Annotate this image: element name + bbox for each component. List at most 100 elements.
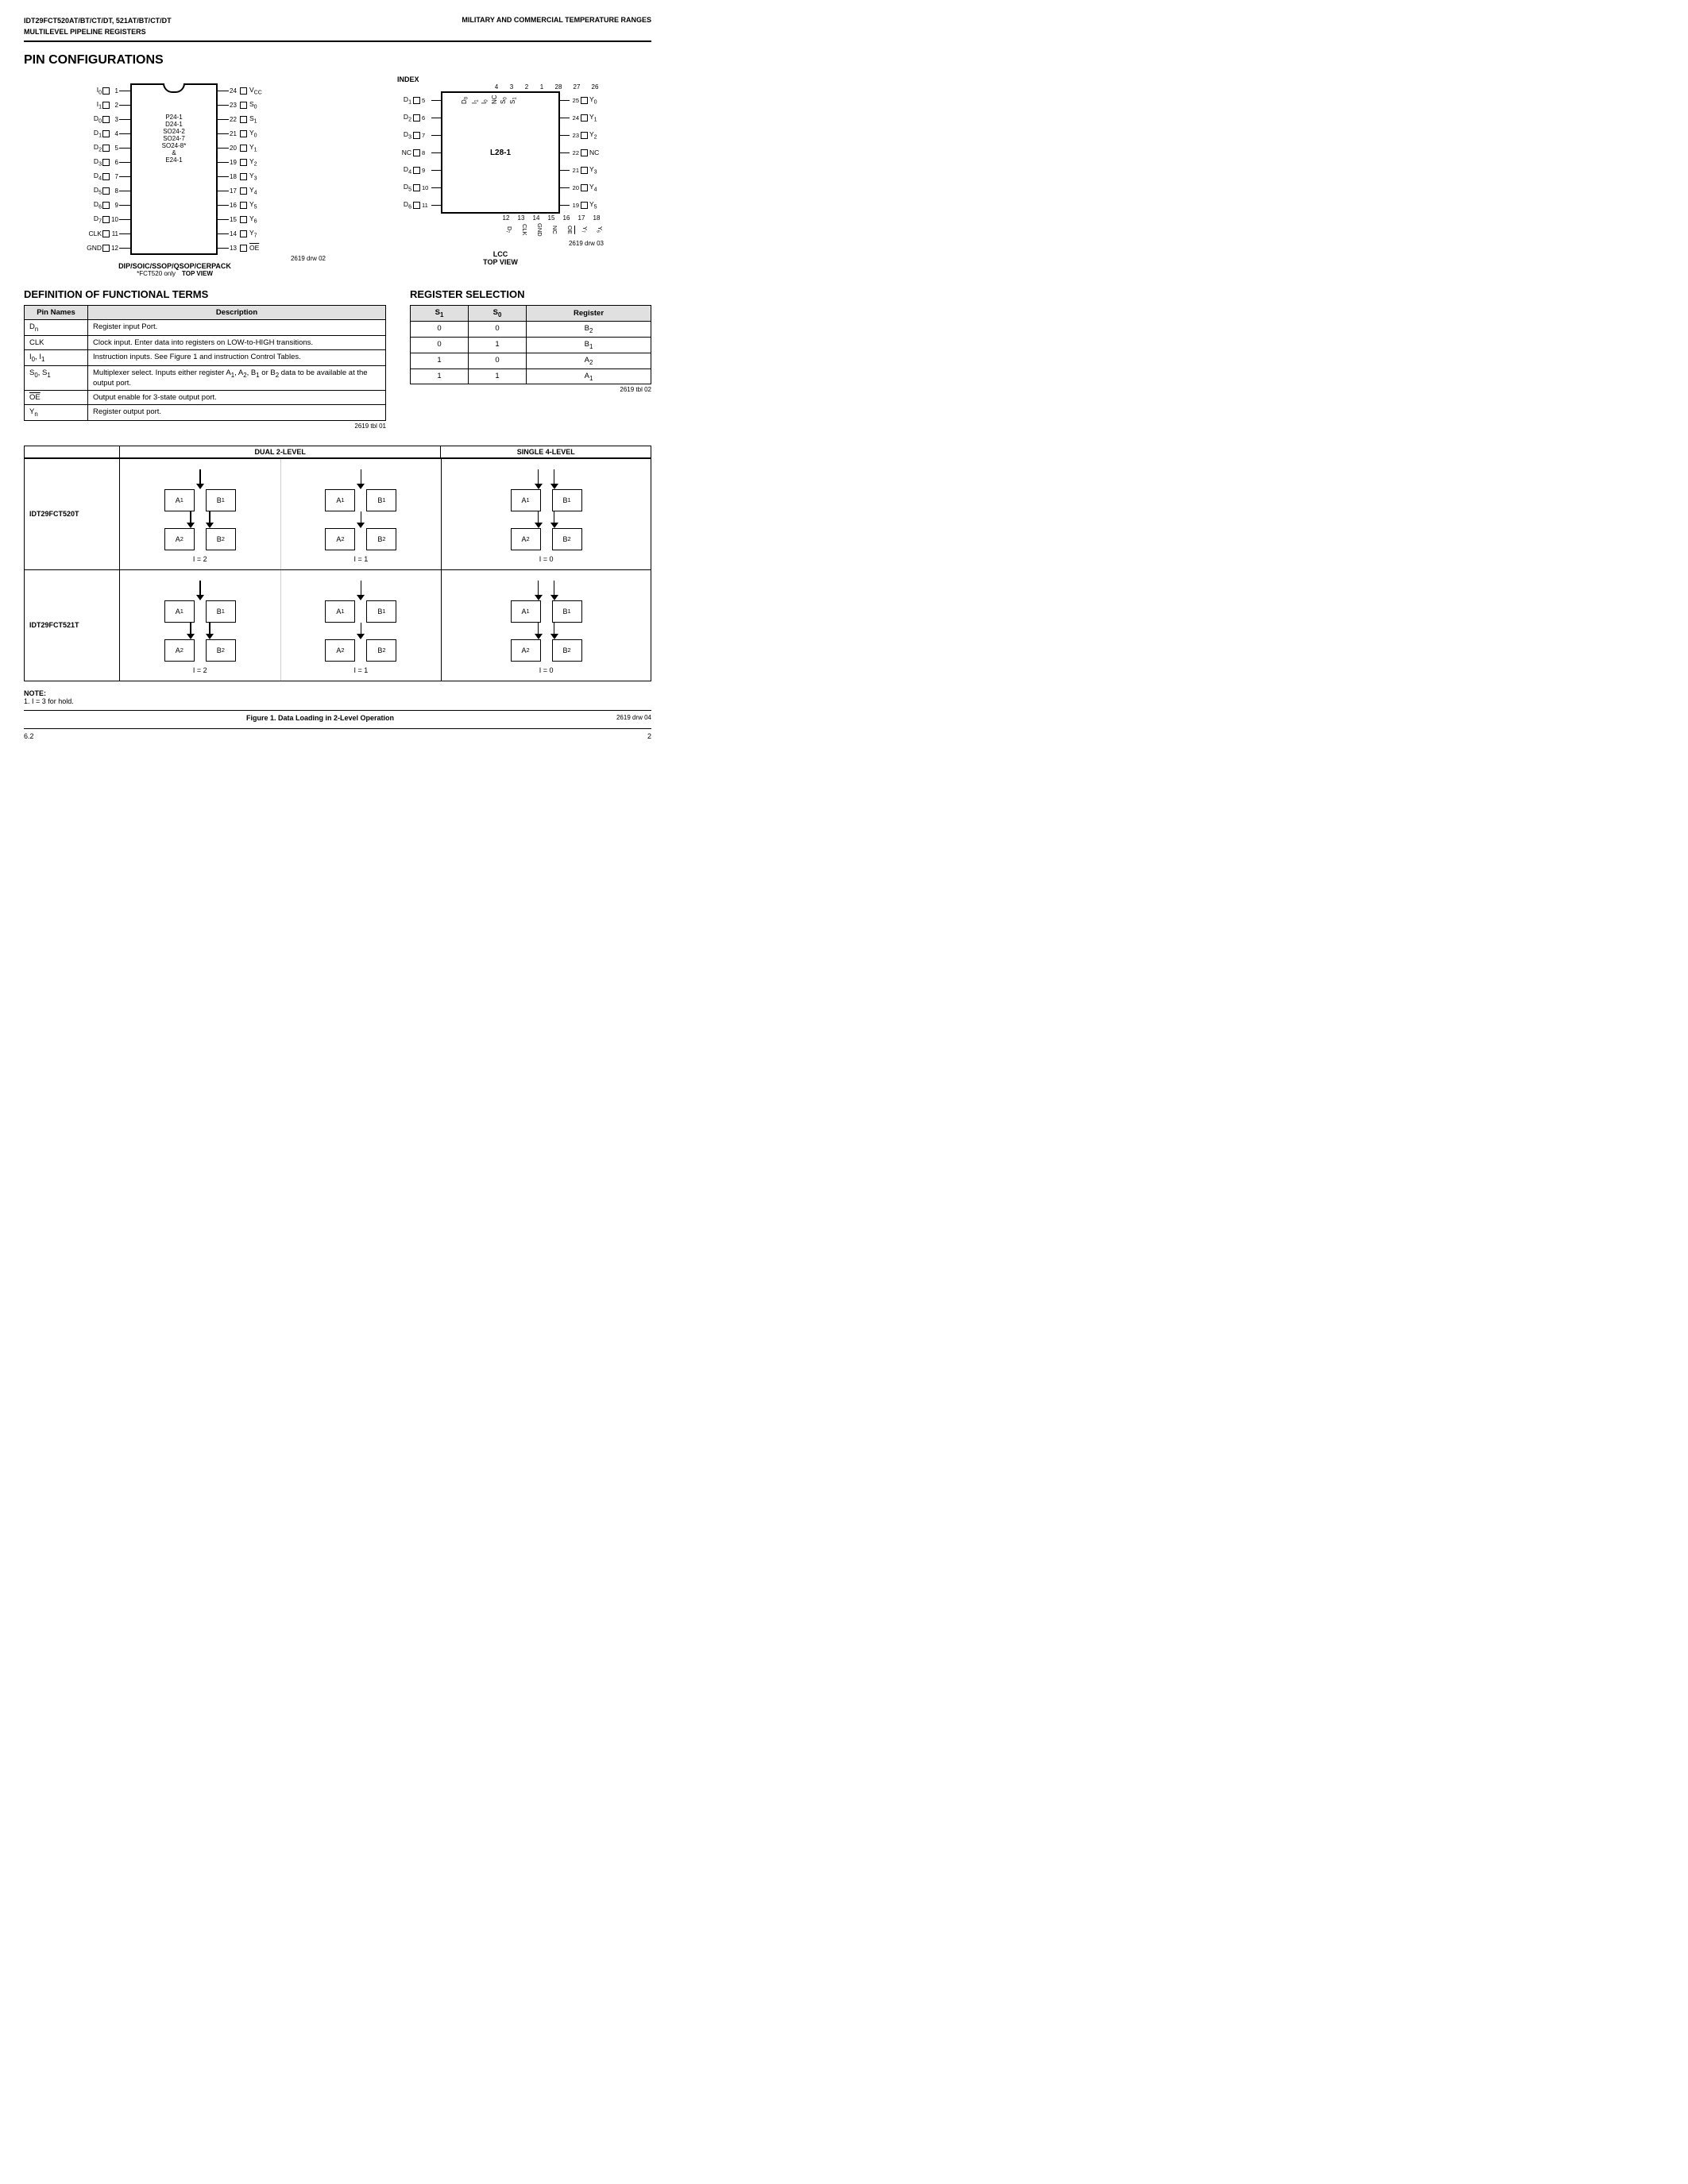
dip-left-pins: I01 I12 D03 D14 D25 D36 D47 D58 D69 D710… (84, 83, 130, 255)
i-label-1: I = 1 (354, 555, 369, 563)
i-label-521-0: I = 0 (539, 666, 554, 674)
func-terms-title: DEFINITION OF FUNCTIONAL TERMS (24, 288, 386, 300)
box-a1-i0: A1 (511, 489, 541, 511)
pin-16: 16Y5 (218, 198, 265, 212)
box-b2-i0: B2 (552, 528, 582, 550)
table-row: 1 0 A2 (411, 353, 651, 369)
box-521-b2: B2 (206, 639, 236, 662)
page-header: IDT29FCT520AT/BT/CT/DT, 521AT/BT/CT/DT M… (24, 16, 651, 42)
box-a1-i1: A1 (325, 489, 355, 511)
lcc-pin-d3: D3 7 (397, 126, 441, 144)
func-terms-note: 2619 tbl 01 (24, 423, 386, 430)
pin-19: 19Y2 (218, 155, 265, 169)
center-labels: P24-1 D24-1 SO24-2 SO24-7 SO24-8* & E24-… (160, 109, 188, 168)
table-row: Dn Register input Port. (25, 320, 386, 336)
pin-name-clk: CLK (25, 335, 88, 349)
pin-8: D58 (84, 183, 130, 198)
box-b1-i0: B1 (552, 489, 582, 511)
pin-24: 24VCC (218, 83, 265, 98)
lcc-pin-d5: D5 10 (397, 179, 441, 196)
pin-13: 13OE (218, 241, 265, 255)
block-row-520: IDT29FCT520T A1 B1 A2 B2 I = 2 (25, 458, 651, 569)
pin-15: 15Y6 (218, 212, 265, 226)
lcc-labels: LCC TOP VIEW (483, 250, 518, 266)
pin-22: 22S1 (218, 112, 265, 126)
block-520-i2: A1 B1 A2 B2 I = 2 (120, 459, 281, 569)
lcc-bottom-numbers: 12 13 14 15 16 17 18 (397, 214, 604, 222)
pin-diagrams-container: I01 I12 D03 D14 D25 D36 D47 D58 D69 D710… (24, 75, 651, 277)
box-521-b1-i1: B1 (366, 600, 396, 623)
reg-selection-section: REGISTER SELECTION S1 S0 Register 0 0 B2… (410, 288, 651, 430)
lcc-left-pins: D1 5 D2 6 D3 7 (397, 91, 441, 214)
lcc-drw: 2619 drw 03 (397, 240, 604, 247)
desc-dn: Register input Port. (88, 320, 386, 336)
i-label-2: I = 2 (193, 555, 207, 563)
reg-selection-note: 2619 tbl 02 (410, 386, 651, 393)
block-521-dual-area: A1 B1 A2 B2 I = 2 A1 (120, 570, 442, 681)
lower-tables: DEFINITION OF FUNCTIONAL TERMS Pin Names… (24, 288, 651, 430)
func-terms-section: DEFINITION OF FUNCTIONAL TERMS Pin Names… (24, 288, 386, 430)
block-521-single-area: A1 B1 A2 B2 I = 0 (442, 570, 651, 681)
table-row: 1 1 A1 (411, 369, 651, 384)
dip-body: P24-1 D24-1 SO24-2 SO24-7 SO24-8* & E24-… (130, 83, 218, 255)
reg-selection-table: S1 S0 Register 0 0 B2 0 1 B1 1 0 (410, 305, 651, 384)
table-row: Yn Register output port. (25, 404, 386, 420)
table-row: CLK Clock input. Enter data into registe… (25, 335, 386, 349)
dip-diagram: I01 I12 D03 D14 D25 D36 D47 D58 D69 D710… (24, 75, 326, 277)
pin-5: D25 (84, 141, 130, 155)
lcc-middle-row: D1 5 D2 6 D3 7 (397, 91, 604, 214)
pin-17: 17Y4 (218, 183, 265, 198)
pin-3: D03 (84, 112, 130, 126)
desc-s0s1: Multiplexer select. Inputs either regist… (88, 365, 386, 390)
reg-selection-title: REGISTER SELECTION (410, 288, 651, 300)
box-a1: A1 (164, 489, 195, 511)
block-520-single-area: A1 B1 A2 B2 I = 0 (442, 459, 651, 569)
lcc-top-numbers: 4 3 2 1 28 27 26 (397, 83, 604, 91)
pin-7: D47 (84, 169, 130, 183)
col-description: Description (88, 306, 386, 320)
lcc-pin-nc2: 22 NC (560, 144, 604, 161)
block-521-label: IDT29FCT521T (25, 570, 120, 681)
header-right: MILITARY AND COMMERCIAL TEMPERATURE RANG… (462, 16, 651, 37)
box-521-a2-i0: A2 (511, 639, 541, 662)
pin-14: 14Y7 (218, 226, 265, 241)
desc-clk: Clock input. Enter data into registers o… (88, 335, 386, 349)
fig-caption: Figure 1. Data Loading in 2-Level Operat… (24, 714, 616, 722)
pin-1: I01 (84, 83, 130, 98)
block-521-i1: A1 B1 A2 B2 I = 1 (281, 570, 442, 681)
pin-name-s0s1: S0, S1 (25, 365, 88, 390)
dip-right-pins: 24VCC 23S0 22S1 21Y0 20Y1 19Y2 18Y3 17Y4… (218, 83, 265, 255)
page-footer: 6.2 2 (24, 728, 651, 740)
pin-20: 20Y1 (218, 141, 265, 155)
lcc-pin-y1: 24 Y1 (560, 109, 604, 126)
dip-package-label: DIP/SOIC/SSOP/QSOP/CERPACK *FCT520 only … (118, 262, 231, 277)
box-521-a2-i1: A2 (325, 639, 355, 662)
lcc-bottom-labels: D7 CLK GND NC OE Y7 Y6 (397, 223, 604, 237)
col-s1: S1 (411, 306, 469, 322)
desc-i0i1: Instruction inputs. See Figure 1 and ins… (88, 349, 386, 365)
lcc-pin-y2: 23 Y2 (560, 126, 604, 144)
block-521-i2: A1 B1 A2 B2 I = 2 (120, 570, 281, 681)
table-row: I0, I1 Instruction inputs. See Figure 1 … (25, 349, 386, 365)
lcc-pin-d4: D4 9 (397, 161, 441, 179)
table-row: 0 0 B2 (411, 321, 651, 337)
index-label: INDEX (397, 75, 419, 83)
box-521-b2-i0: B2 (552, 639, 582, 662)
block-row-521: IDT29FCT521T A1 B1 A2 B2 I = 2 (25, 569, 651, 681)
func-terms-table: Pin Names Description Dn Register input … (24, 305, 386, 421)
desc-oe: Output enable for 3-state output port. (88, 390, 386, 404)
lcc-pin-y5: 19 Y5 (560, 196, 604, 214)
box-a2-i0: A2 (511, 528, 541, 550)
i-label-0: I = 0 (539, 555, 554, 563)
pin-21: 21Y0 (218, 126, 265, 141)
col-register: Register (527, 306, 651, 322)
box-521-b1: B1 (206, 600, 236, 623)
block-header-empty (25, 446, 120, 457)
lcc-package: 4 3 2 1 28 27 26 D1 5 (397, 83, 604, 247)
table-row: 0 1 B1 (411, 337, 651, 353)
box-a2-i1: A2 (325, 528, 355, 550)
desc-yn: Register output port. (88, 404, 386, 420)
lcc-pin-d2: D2 6 (397, 109, 441, 126)
block-520-i0: A1 B1 A2 B2 I = 0 (442, 459, 651, 569)
page-num-right: 2 (647, 732, 651, 740)
